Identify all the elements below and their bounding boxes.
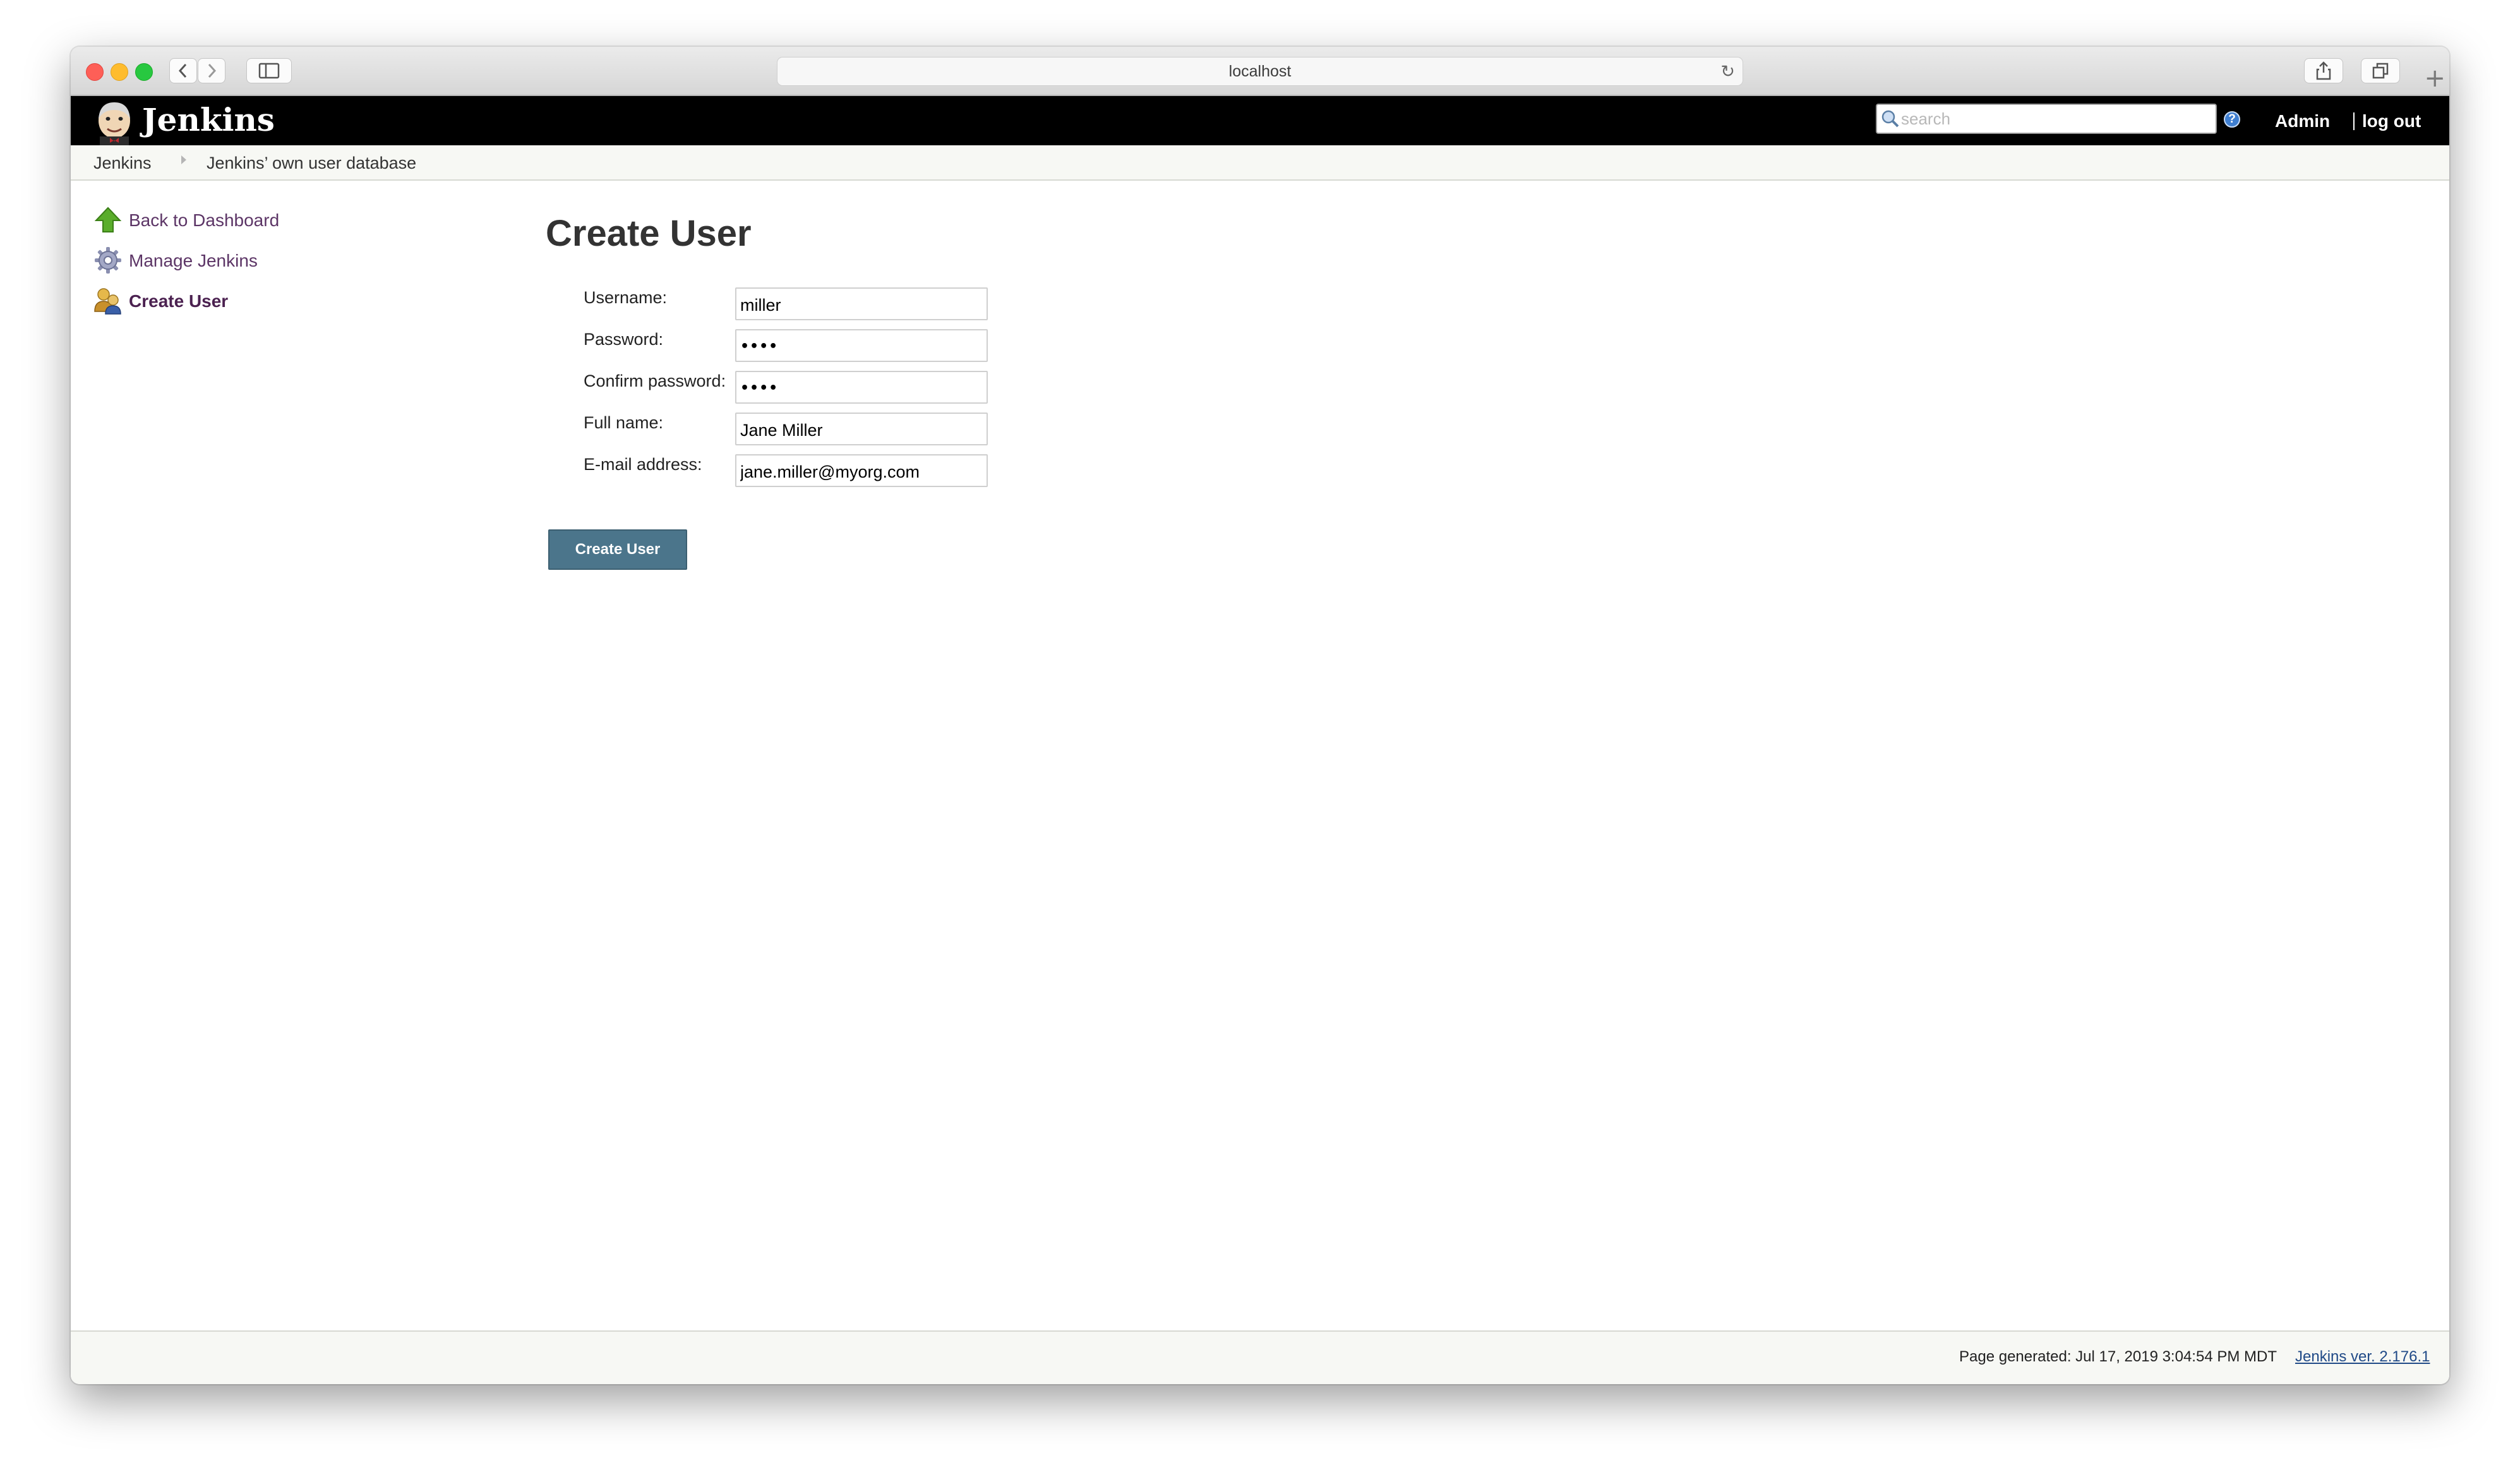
tabs-overview-button[interactable]	[2361, 58, 2400, 83]
username-label: Username:	[584, 288, 668, 307]
create-user-button[interactable]: Create User	[548, 529, 687, 570]
full-name-field[interactable]	[735, 413, 988, 445]
breadcrumb-separator-icon	[181, 155, 186, 164]
address-bar[interactable]: localhost ↻	[777, 57, 1743, 86]
browser-toolbar: localhost ↻ +	[71, 47, 2449, 96]
search-icon	[1881, 110, 1899, 128]
new-tab-icon[interactable]: +	[2424, 66, 2445, 91]
page-title: Create User	[546, 213, 752, 254]
email-label: E-mail address:	[584, 455, 702, 474]
address-text: localhost	[1228, 63, 1292, 80]
email-field[interactable]	[735, 454, 988, 487]
header-separator	[2353, 112, 2355, 130]
confirm-password-label: Confirm password:	[584, 371, 726, 390]
share-button[interactable]	[2304, 58, 2343, 83]
full-name-label: Full name:	[584, 413, 664, 432]
sidebar-toggle-button[interactable]	[246, 58, 292, 83]
chevron-right-icon	[208, 63, 217, 78]
browser-window: localhost ↻ + Jenkins ?	[71, 47, 2449, 1384]
tabs-icon	[2372, 63, 2389, 79]
help-icon[interactable]: ?	[2224, 111, 2240, 128]
breadcrumb-item-user-database[interactable]: Jenkins’ own user database	[207, 153, 416, 173]
sidebar-item-label: Back to Dashboard	[129, 210, 280, 230]
password-label: Password:	[584, 330, 664, 349]
username-field[interactable]	[735, 287, 988, 320]
back-button[interactable]	[169, 58, 197, 83]
jenkins-header: Jenkins ? Admin log out	[71, 96, 2449, 145]
password-value: ••••	[740, 339, 779, 354]
reload-icon[interactable]: ↻	[1720, 63, 1735, 81]
sidebar-icon	[258, 63, 280, 79]
sidebar-item-label: Manage Jenkins	[129, 251, 258, 270]
confirm-password-value: ••••	[740, 380, 779, 396]
users-icon	[94, 288, 121, 315]
user-link[interactable]: Admin	[2275, 111, 2330, 131]
breadcrumb: Jenkins Jenkins’ own user database	[71, 145, 2449, 181]
chevron-left-icon	[178, 63, 187, 78]
close-window-button[interactable]	[86, 63, 104, 81]
search-input[interactable]	[1901, 107, 2204, 130]
footer: Page generated: Jul 17, 2019 3:04:54 PM …	[71, 1330, 2449, 1384]
share-icon	[2316, 61, 2331, 80]
gear-icon	[95, 247, 121, 274]
search-box[interactable]	[1876, 104, 2217, 134]
breadcrumb-item-jenkins[interactable]: Jenkins	[93, 153, 152, 173]
jenkins-version-link[interactable]: Jenkins ver. 2.176.1	[2295, 1348, 2430, 1366]
logout-link[interactable]: log out	[2362, 111, 2421, 131]
jenkins-title[interactable]: Jenkins	[142, 102, 275, 138]
up-arrow-icon	[94, 207, 122, 232]
sidebar-item-label: Create User	[129, 291, 229, 311]
maximize-window-button[interactable]	[135, 63, 153, 81]
forward-button[interactable]	[198, 58, 225, 83]
minimize-window-button[interactable]	[111, 63, 128, 81]
jenkins-logo-icon[interactable]	[92, 100, 136, 145]
page-generated-text: Page generated: Jul 17, 2019 3:04:54 PM …	[1959, 1348, 2277, 1365]
